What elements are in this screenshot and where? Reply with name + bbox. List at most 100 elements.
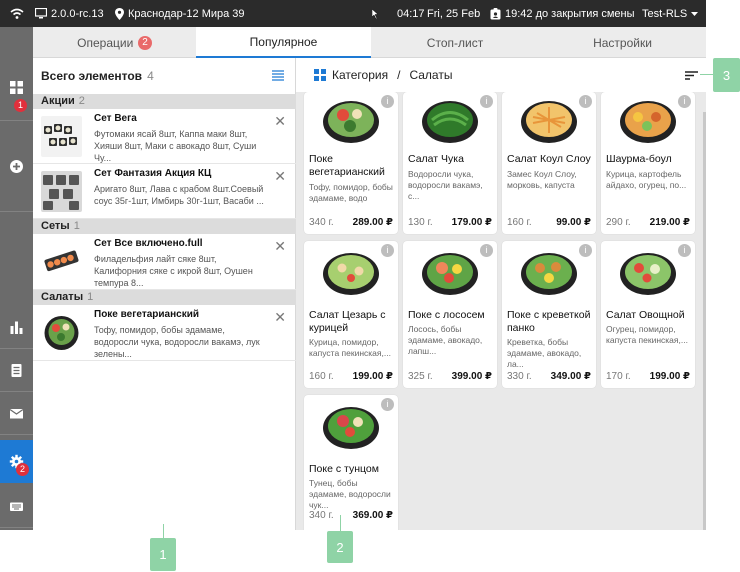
location-pin-icon — [115, 7, 124, 20]
bar-chart-icon — [10, 321, 23, 334]
product-weight: 340 г. — [309, 510, 334, 521]
product-weight: 325 г. — [408, 371, 433, 382]
remove-item-button[interactable]: ✕ — [274, 113, 286, 130]
product-card[interactable]: i Салат Коул Слоу Замес Коул Слоу, морко… — [502, 92, 596, 234]
product-weight: 330 г. — [507, 371, 532, 382]
item-description: Аригато 8шт, Лава с крабом 8шт.Соевый со… — [94, 184, 264, 206]
tab-operations[interactable]: Операции 2 — [33, 27, 196, 58]
marker-line — [700, 74, 714, 75]
info-icon[interactable]: i — [678, 244, 691, 257]
tab-label: Популярное — [249, 34, 318, 49]
list-item[interactable]: Сет Вега Футомаки ясай 8шт, Каппа маки 8… — [33, 109, 296, 164]
product-weight: 130 г. — [408, 217, 433, 228]
date-label: Fri, 25 Feb — [427, 7, 481, 20]
sidebar-item-add[interactable] — [0, 121, 33, 212]
keyboard-icon — [10, 502, 23, 511]
version-label: 2.0.0-rc.13 — [51, 7, 104, 20]
product-description: Курица, картофель айдахо, огурец, по... — [606, 169, 687, 190]
product-card[interactable]: i Поке с тунцом Тунец, бобы эдамаме, вод… — [304, 395, 398, 530]
sidebar-item-keyboard[interactable] — [0, 485, 33, 528]
user-menu[interactable]: Test-RLS — [642, 0, 699, 27]
product-price: 289.00 ₽ — [352, 217, 393, 228]
product-weight: 170 г. — [606, 371, 631, 382]
product-card[interactable]: i Салат Овощной Огурец, помидор, капуста… — [601, 241, 695, 388]
info-icon[interactable]: i — [381, 398, 394, 411]
add-circle-icon — [10, 159, 23, 173]
shift-label: 19:42 до закрытия смены — [505, 7, 635, 20]
product-card[interactable]: i Поке с креветкой панко Креветка, бобы … — [502, 241, 596, 388]
group-header: Салаты 1 — [33, 290, 296, 305]
product-price: 369.00 ₽ — [352, 510, 393, 521]
monitor-icon — [35, 8, 47, 19]
grid-scrollbar[interactable] — [703, 112, 706, 530]
location-info[interactable]: Краснодар-12 Мира 39 — [115, 0, 245, 27]
product-price: 199.00 ₽ — [649, 371, 690, 382]
tab-label: Операции — [77, 35, 134, 50]
user-label: Test-RLS — [642, 7, 688, 20]
list-item[interactable]: Сет Фантазия Акция КЦ Аригато 8шт, Лава … — [33, 164, 296, 219]
product-name: Поке с лососем — [408, 309, 485, 321]
wifi-icon — [10, 0, 24, 27]
tab-stop-list[interactable]: Стоп-лист — [371, 27, 539, 58]
info-icon[interactable]: i — [381, 244, 394, 257]
info-icon[interactable]: i — [579, 244, 592, 257]
product-card[interactable]: i Поке вегетарианский Тофу, помидор, боб… — [304, 92, 398, 234]
breadcrumb-category[interactable]: Категория — [332, 68, 388, 82]
info-icon[interactable]: i — [381, 95, 394, 108]
clock-time: 04:17 — [397, 7, 425, 20]
remove-item-button[interactable]: ✕ — [274, 168, 286, 185]
product-price: 399.00 ₽ — [451, 371, 492, 382]
marker-2: 2 — [327, 531, 353, 563]
product-price: 219.00 ₽ — [649, 217, 690, 228]
product-weight: 160 г. — [507, 217, 532, 228]
mail-icon — [9, 408, 24, 418]
list-item[interactable]: Поке вегетарианский Тофу, помидор, бобы … — [33, 305, 296, 361]
breadcrumb-current: Салаты — [409, 68, 453, 82]
product-description: Тунец, бобы эдамаме, водоросли чук... — [309, 478, 391, 510]
remove-item-button[interactable]: ✕ — [274, 238, 286, 255]
operations-count-badge: 2 — [138, 35, 152, 50]
product-description: Водоросли чука, водоросли вакамэ, с... — [408, 169, 483, 201]
tab-popular[interactable]: Популярное — [196, 27, 371, 58]
tab-settings[interactable]: Настройки — [539, 27, 706, 58]
sidebar-item-documents[interactable] — [0, 349, 33, 392]
list-view-icon[interactable] — [272, 70, 284, 81]
notification-badge: 1 — [14, 99, 27, 112]
product-price: 179.00 ₽ — [451, 217, 492, 228]
item-description: Футомаки ясай 8шт, Каппа маки 8шт, Хияши… — [94, 129, 257, 163]
sidebar-item-messages[interactable] — [0, 392, 33, 435]
breadcrumb-separator: / — [397, 68, 401, 82]
sort-icon[interactable] — [685, 71, 698, 80]
list-item[interactable]: Сет Все включено.full Филадельфия лайт с… — [33, 234, 296, 290]
product-weight: 290 г. — [606, 217, 631, 228]
remove-item-button[interactable]: ✕ — [274, 309, 286, 326]
product-description: Огурец, помидор, капуста пекинская,... — [606, 324, 688, 345]
item-title: Поке вегетарианский — [94, 309, 199, 320]
sidebar-item-reports[interactable] — [0, 306, 33, 349]
product-card[interactable]: i Салат Чука Водоросли чука, водоросли в… — [403, 92, 497, 234]
info-icon[interactable]: i — [480, 95, 493, 108]
sidebar: 1 2 — [0, 27, 33, 530]
product-card[interactable]: i Шаурма-боул Курица, картофель айдахо, … — [601, 92, 695, 234]
product-name: Шаурма-боул — [606, 153, 672, 165]
sidebar-item-settings[interactable]: 2 — [0, 440, 33, 483]
items-count: 4 — [147, 69, 154, 83]
document-icon — [11, 363, 22, 377]
sidebar-item-menu[interactable]: 1 — [0, 54, 33, 121]
item-thumbnail — [41, 116, 82, 157]
notification-badge: 2 — [16, 463, 29, 476]
product-price: 349.00 ₽ — [550, 371, 591, 382]
product-name: Поке вегетарианский — [309, 153, 385, 178]
info-icon[interactable]: i — [579, 95, 592, 108]
status-bar: 2.0.0-rc.13 Краснодар-12 Мира 39 04:17 F… — [0, 0, 706, 27]
product-card[interactable]: i Салат Цезарь с курицей Курица, помидор… — [304, 241, 398, 388]
categories-grid-icon[interactable] — [314, 69, 326, 81]
info-icon[interactable]: i — [480, 244, 493, 257]
tab-bar: Операции 2 Популярное Стоп-лист Настройк… — [33, 27, 706, 58]
product-name: Поке с тунцом — [309, 463, 379, 475]
product-card[interactable]: i Поке с лососем Лосось, бобы эдамаме, а… — [403, 241, 497, 388]
group-header: Сеты 1 — [33, 219, 296, 234]
info-icon[interactable]: i — [678, 95, 691, 108]
product-price: 199.00 ₽ — [352, 371, 393, 382]
marker-1: 1 — [150, 538, 176, 571]
